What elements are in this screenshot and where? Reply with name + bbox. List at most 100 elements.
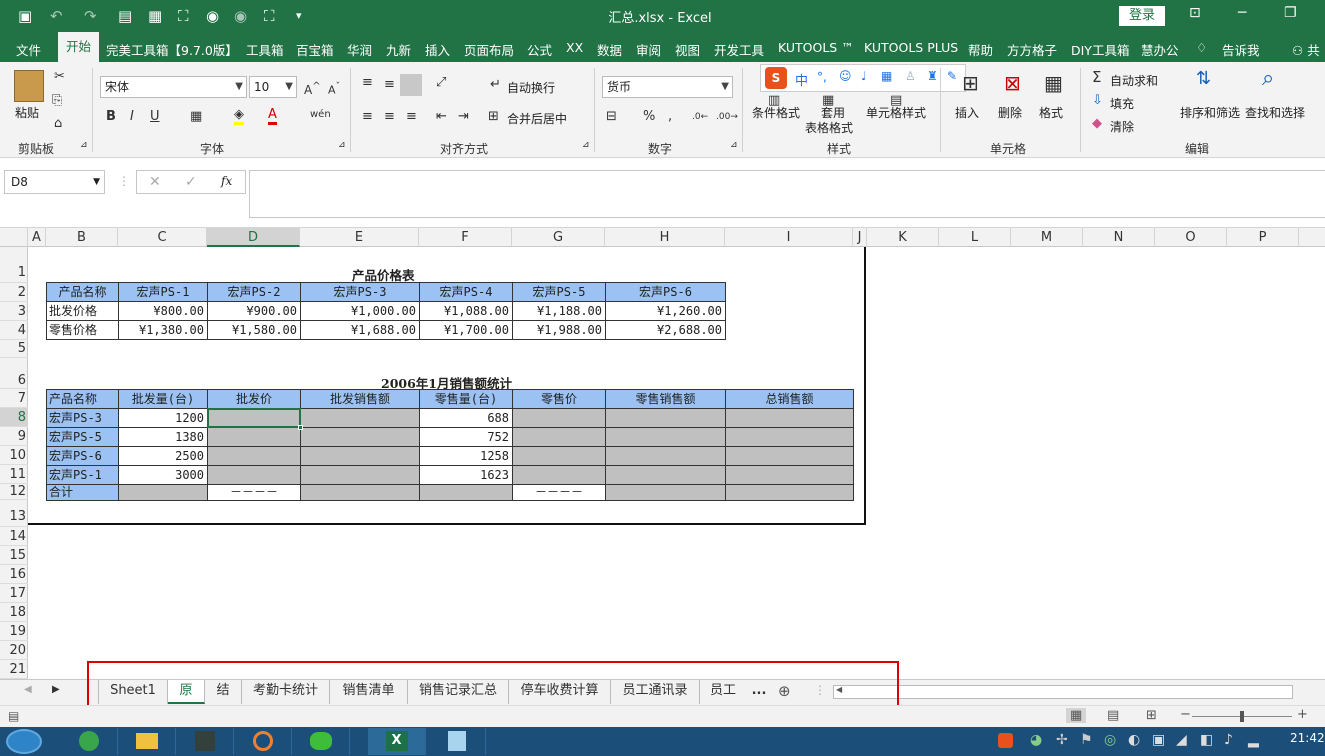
decrease-indent-icon[interactable]: ⇤ [436,110,447,124]
row-header[interactable]: 3 [0,302,28,321]
macro-record-icon[interactable]: ▤ [8,709,19,723]
price-cell[interactable]: ¥1,380.00 [118,320,208,340]
price-header-cell[interactable]: 宏声PS-4 [419,282,513,302]
column-header[interactable]: I [725,228,853,247]
font-name-combo[interactable]: 宋体 ▼ [100,76,247,98]
row-header[interactable]: 15 [0,546,28,565]
sales-header-cell[interactable]: 产品名称 [46,389,119,409]
column-header[interactable]: D [207,228,300,247]
price-header-cell[interactable]: 宏声PS-5 [512,282,606,302]
column-header[interactable]: L [939,228,1011,247]
row-header[interactable]: 17 [0,584,28,603]
tray-icon[interactable]: ◕ [1030,732,1042,748]
retail-sales-cell[interactable] [605,427,726,447]
product-name-cell[interactable]: 宏声PS-6 [46,446,119,466]
frame-icon[interactable]: ⛶ [264,6,275,26]
tray-icon[interactable]: ⚑ [1080,732,1093,748]
save-icon[interactable]: ▣ [18,6,32,26]
print-preview-icon[interactable]: ▤ [118,6,132,26]
italic-button[interactable]: I [130,110,134,124]
format-table-line2[interactable]: 表格格式 [805,119,853,136]
wholesale-sales-cell[interactable] [300,427,420,447]
delete-cells-button[interactable]: 删除 [998,104,1022,121]
sales-header-cell[interactable]: 批发价 [207,389,301,409]
total-retail-sales-cell[interactable] [605,484,726,501]
price-header-cell[interactable]: 产品名称 [46,282,119,302]
retail-price-cell[interactable] [512,427,606,447]
wholesale-qty-cell[interactable]: 1380 [118,427,208,447]
total-sales-cell[interactable] [725,427,854,447]
total-wholesale-sales-cell[interactable] [300,484,420,501]
fill-button[interactable]: 填充 [1110,95,1134,112]
ime-mode[interactable]: 中 [795,70,808,89]
horizontal-scrollbar[interactable]: ◀ [833,685,1293,699]
lightbulb-icon[interactable]: ♢ [1196,40,1207,55]
row-header[interactable]: 18 [0,603,28,622]
alignment-launcher-icon[interactable]: ⊿ [582,140,590,150]
share-button[interactable]: ⚇ 共 [1292,40,1320,59]
eraser-icon[interactable]: ◆ [1092,117,1102,131]
fill-icon[interactable]: ⇩ [1092,94,1103,108]
row-header[interactable]: 7 [0,389,28,408]
active-cell-selection[interactable] [207,408,301,428]
column-header[interactable]: F [419,228,512,247]
ribbon-display-icon[interactable]: ⊡ [1189,5,1201,21]
explorer-icon[interactable] [118,728,176,755]
decrease-font-icon[interactable]: Aˇ [328,80,340,98]
row-header[interactable]: 12 [0,484,28,500]
price-cell[interactable]: ¥1,580.00 [207,320,301,340]
sales-header-cell[interactable]: 零售价 [512,389,606,409]
insert-function-button[interactable]: fx [221,174,232,188]
start-button[interactable] [6,729,42,754]
skin-icon[interactable]: ♜ [927,69,938,83]
normal-view-icon[interactable]: ▦ [1066,708,1087,723]
retail-qty-cell[interactable]: 752 [419,427,513,447]
wholesale-price-cell[interactable] [207,446,301,466]
price-cell[interactable]: ¥1,700.00 [419,320,513,340]
notepad-icon[interactable] [428,728,486,755]
tray-icon[interactable]: ◢ [1176,732,1187,748]
page-layout-view-icon[interactable]: ▤ [1107,708,1119,723]
worksheet-grid[interactable]: 产品价格表 产品名称 宏声PS-1 宏声PS-2 宏声PS-3 宏声PS-4 宏… [28,247,1325,679]
name-box[interactable]: D8 ▼ [4,170,105,194]
retail-sales-cell[interactable] [605,465,726,485]
cell-styles-button[interactable]: 单元格样式 [866,104,926,121]
column-header[interactable]: J [853,228,867,247]
restore-icon[interactable]: ❐ [1284,5,1297,21]
row-header[interactable]: 9 [0,427,28,446]
insert-cells-button[interactable]: 插入 [955,104,979,121]
copy-icon[interactable]: ⎘ [52,94,62,108]
tab-insert[interactable]: 插入 [425,40,450,59]
retail-price-cell[interactable] [512,465,606,485]
wholesale-price-cell[interactable] [207,465,301,485]
row-header[interactable]: 1 [0,247,28,283]
align-center-icon[interactable]: ≡ [384,110,395,124]
tab-jiuxin[interactable]: 九新 [386,40,411,59]
tab-help[interactable]: 帮助 [968,40,993,59]
tab-file[interactable]: 文件 [16,40,41,59]
row-header[interactable]: 8 [0,408,28,427]
paste-icon[interactable] [14,70,44,102]
column-header[interactable]: C [118,228,207,247]
wholesale-qty-cell[interactable]: 1200 [118,408,208,428]
formula-input[interactable] [249,170,1325,218]
sales-header-cell[interactable]: 零售销售额 [605,389,726,409]
price-cell[interactable]: ¥900.00 [207,301,301,321]
tray-icon[interactable]: ◐ [1128,732,1140,748]
redo-icon[interactable]: ↷ [84,6,97,26]
scroll-tabs-left-icon[interactable]: ◀ [24,684,32,695]
format-painter-icon[interactable]: ⌂ [54,117,62,131]
sales-header-cell[interactable]: 批发销售额 [300,389,420,409]
tab-diy[interactable]: DIY工具箱 [1071,40,1129,59]
row-header[interactable]: 4 [0,321,28,340]
minimize-icon[interactable]: ─ [1238,5,1246,21]
row-header[interactable]: 20 [0,641,28,660]
tray-icon[interactable]: ✢ [1056,732,1068,748]
wrap-text-icon[interactable]: ↵ [490,78,501,92]
wholesale-sales-cell[interactable] [300,408,420,428]
delete-cells-icon[interactable]: ⊠ [1004,73,1021,93]
wholesale-qty-cell[interactable]: 2500 [118,446,208,466]
price-cell[interactable]: ¥2,688.00 [605,320,726,340]
autosum-button[interactable]: 自动求和 [1110,72,1158,89]
product-name-cell[interactable]: 宏声PS-1 [46,465,119,485]
